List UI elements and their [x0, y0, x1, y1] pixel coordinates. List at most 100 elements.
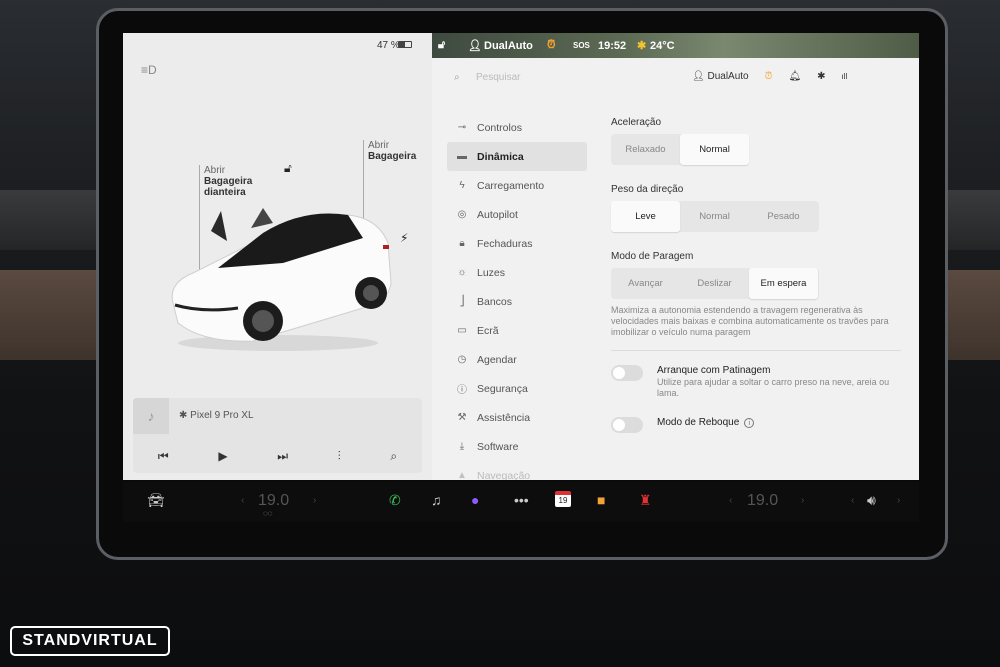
search-input[interactable]: Pesquisar	[476, 72, 520, 83]
charge-port-icon[interactable]: ⚡︎	[400, 231, 408, 245]
menu-item-carregamento[interactable]: ϟ Carregamento	[447, 171, 587, 200]
stopping-mode-description: Maximiza a autonomia estendendo a travag…	[611, 305, 889, 337]
menu-item-autopilot[interactable]: ◎ Autopilot	[447, 200, 587, 229]
menu-item-assistencia[interactable]: ⚒ Assistência	[447, 403, 587, 432]
menu-item-software[interactable]: ⤓ Software	[447, 432, 587, 461]
dashboard-left	[0, 190, 110, 250]
music-icon[interactable]: ♫	[431, 492, 442, 508]
menu-item-fechaduras[interactable]: 🔒︎ Fechaduras	[447, 229, 587, 258]
settings-menu: ⊸ Controlos ▬ Dinâmica ϟ Carregamento ◎ Auto…	[447, 113, 587, 480]
temp-right-down-icon[interactable]: ‹	[729, 495, 732, 506]
acceleration-option-normal[interactable]: Normal	[680, 134, 749, 165]
previous-track-icon[interactable]: ⏮	[158, 449, 169, 464]
toybox-icon[interactable]: ■	[597, 492, 605, 508]
menu-item-controlos[interactable]: ⊸ Controlos	[447, 113, 587, 142]
media-search-icon[interactable]: ⌕	[390, 449, 397, 464]
temp-left-up-icon[interactable]: ›	[313, 495, 316, 506]
equalizer-icon[interactable]: ⫶	[338, 449, 341, 464]
menu-item-label: Controlos	[477, 121, 522, 134]
seat-heater-icon[interactable]: ◌◌	[263, 509, 273, 518]
car-image	[171, 208, 392, 351]
temp-right-up-icon[interactable]: ›	[801, 495, 804, 506]
play-icon[interactable]: ▶	[218, 449, 227, 463]
volume-up-icon[interactable]: ›	[897, 495, 900, 506]
shield-icon: ⓘ	[457, 385, 467, 396]
volume-down-icon[interactable]: ‹	[851, 495, 854, 506]
more-apps-icon[interactable]: •••	[514, 492, 529, 508]
menu-item-dinamica[interactable]: ▬ Dinâmica	[447, 142, 587, 171]
taskbar: 🚘︎ ‹ 19.0 › ◌◌ ✆ ♫ ● ••• 19 ■ ♜ ‹ 19.0 ›…	[123, 482, 919, 522]
menu-item-label: Segurança	[477, 382, 528, 395]
top-right-toolbar: 👤︎ DualAuto ⏰︎ 🔔︎ ✱ ıll	[692, 71, 847, 82]
headlight-icon[interactable]: ≡D	[141, 63, 157, 77]
scene: ≡D 47 % Abrir Bagageira dianteira Abrir …	[0, 0, 1000, 667]
temp-left-down-icon[interactable]: ‹	[241, 495, 244, 506]
next-track-icon[interactable]: ⏭	[277, 449, 288, 464]
dashboard-right	[940, 190, 1000, 250]
profile-status-icon[interactable]: 👤︎	[468, 39, 482, 52]
car-icon: ▬	[457, 151, 467, 162]
wood-trim-right	[940, 270, 1000, 360]
status-bar: 🔓︎ 👤︎ DualAuto ⏰︎ SOS 19:52 ✱ 24°C	[432, 33, 919, 58]
info-icon[interactable]: i	[744, 418, 755, 428]
menu-item-label: Autopilot	[477, 208, 518, 221]
profile-button[interactable]: 👤︎ DualAuto	[692, 71, 749, 82]
acceleration-option-relaxado[interactable]: Relaxado	[611, 134, 680, 165]
standvirtual-watermark: STANDVIRTUAL	[10, 626, 170, 656]
temp-right: 19.0	[747, 492, 779, 509]
arcade-icon[interactable]: ♜	[639, 492, 652, 509]
menu-item-label: Assistência	[477, 411, 531, 424]
stopping-option-avancar[interactable]: Avançar	[611, 268, 680, 299]
sos-badge[interactable]: SOS	[573, 41, 590, 50]
camera-icon[interactable]: ●	[471, 492, 479, 508]
steering-option-pesado[interactable]: Pesado	[749, 201, 818, 232]
open-trunk-button[interactable]: Abrir Bagageira	[368, 140, 416, 162]
status-time: 19:52	[598, 39, 627, 52]
clock-icon: ◷	[457, 354, 467, 365]
menu-item-label: Software	[477, 440, 519, 453]
acceleration-title: Aceleração	[611, 117, 662, 128]
search-icon[interactable]: ⌕	[454, 72, 460, 83]
menu-item-agendar[interactable]: ◷ Agendar	[447, 345, 587, 374]
menu-item-label: Navegação	[477, 469, 531, 481]
stopping-mode-selector: Avançar Deslizar Em espera	[611, 268, 819, 299]
stopping-option-deslizar[interactable]: Deslizar	[680, 268, 749, 299]
unlock-status-icon[interactable]: 🔓︎	[438, 39, 445, 52]
calendar-icon[interactable]: 19	[555, 491, 571, 507]
menu-item-label: Luzes	[477, 266, 506, 279]
phone-icon[interactable]: ✆	[389, 492, 401, 509]
status-profile-name[interactable]: DualAuto	[484, 40, 533, 52]
menu-item-seguranca[interactable]: ⓘ Segurança	[447, 374, 587, 403]
acceleration-selector: Relaxado Normal	[611, 134, 749, 165]
stopping-option-em-espera[interactable]: Em espera	[749, 268, 818, 299]
menu-item-label: Dinâmica	[477, 150, 524, 163]
lock-icon: 🔒︎	[459, 238, 465, 249]
menu-item-luzes[interactable]: ☼ Luzes	[447, 258, 587, 287]
menu-item-ecra[interactable]: ▭ Ecrã	[447, 316, 587, 345]
steering-option-leve[interactable]: Leve	[611, 201, 680, 232]
slip-start-toggle[interactable]	[611, 365, 643, 381]
volume-icon[interactable]: 🔊︎	[867, 492, 876, 509]
notification-bell-icon[interactable]: 🔔︎	[788, 71, 801, 82]
screen-icon: ▭	[457, 325, 467, 336]
media-source-name: Pixel 9 Pro XL	[190, 410, 254, 421]
slip-start-label: Arranque com Patinagem	[657, 365, 771, 376]
menu-item-navegacao[interactable]: ▲ Navegação	[447, 461, 587, 481]
frunk-label-line2: Bagageira	[204, 176, 253, 187]
menu-item-bancos[interactable]: ⎦ Bancos	[447, 287, 587, 316]
trunk-label-line1: Abrir	[368, 140, 390, 151]
slip-start-row: Arranque com Patinagem Utilize para ajud…	[611, 363, 901, 415]
stopping-mode-title: Modo de Paragem	[611, 251, 694, 262]
bluetooth-icon[interactable]: ✱	[817, 71, 825, 82]
bolt-icon: ϟ	[459, 180, 465, 191]
menu-item-label: Fechaduras	[477, 237, 533, 250]
calendar-day: 19	[558, 496, 568, 505]
steering-title: Peso da direção	[611, 184, 684, 195]
unlock-icon[interactable]: 🔓︎	[284, 161, 292, 176]
tow-mode-toggle[interactable]	[611, 417, 643, 433]
status-temperature: 24°C	[650, 39, 675, 52]
alarm-clock-icon[interactable]: ⏰︎	[765, 71, 773, 82]
car-menu-icon[interactable]: 🚘︎	[147, 492, 165, 509]
lte-signal-icon: ıll	[841, 72, 848, 81]
steering-option-normal[interactable]: Normal	[680, 201, 749, 232]
